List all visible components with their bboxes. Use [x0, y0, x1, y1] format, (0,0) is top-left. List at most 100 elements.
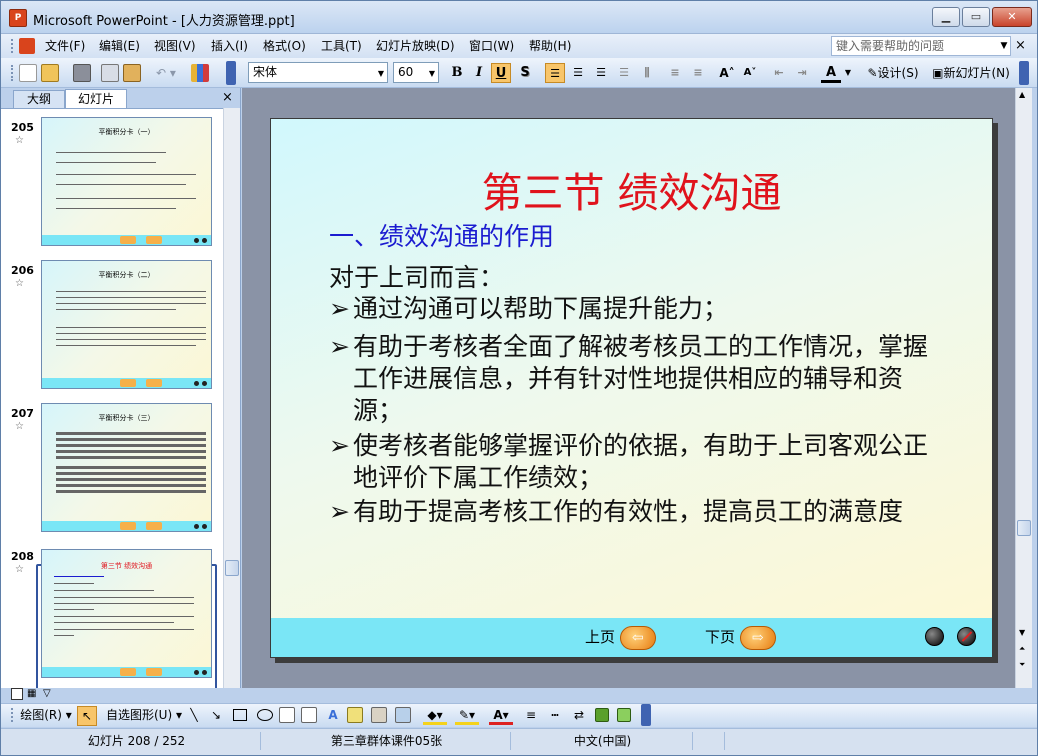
fill-color-icon[interactable]: ◆▾	[423, 705, 447, 725]
powerpoint-app-icon[interactable]: P	[9, 9, 27, 27]
wordart-icon[interactable]: A	[325, 705, 341, 725]
exit-button-icon[interactable]	[957, 627, 976, 646]
slide-thumbnail[interactable]: 平衡积分卡（三）	[41, 403, 212, 532]
toolbar-options-icon[interactable]	[226, 61, 236, 85]
bullet-item[interactable]: ➢ 使考核者能够掌握评价的依据，有助于上司客观公正地评价下属工作绩效；	[329, 430, 949, 494]
thumbnail-scrollbar[interactable]	[223, 108, 240, 688]
minimize-button[interactable]: ▁	[932, 7, 960, 27]
menu-file[interactable]: 文件(F)	[45, 38, 85, 54]
line-color-icon[interactable]: ✎▾	[455, 705, 479, 725]
next-page-button[interactable]: 下页 ⇨	[705, 623, 776, 651]
menu-slideshow[interactable]: 幻灯片放映(D)	[376, 38, 455, 54]
autoshapes-button[interactable]: 自选图形(U) ▾	[105, 705, 183, 725]
underline-button[interactable]: U	[491, 63, 511, 83]
help-search-input[interactable]: 键入需要帮助的问题	[831, 36, 1011, 56]
scrollbar-thumb[interactable]	[225, 560, 239, 576]
bullet-item[interactable]: ➢ 通过沟通可以帮助下属提升能力；	[329, 293, 949, 325]
font-size-select[interactable]: 60 ▼	[393, 62, 439, 83]
slide-sorter-icon[interactable]: ▦	[27, 688, 39, 700]
slide-subtitle[interactable]: 一、绩效沟通的作用	[329, 217, 554, 253]
decrease-font-icon[interactable]: A˅	[740, 63, 760, 83]
line-icon[interactable]: ╲	[187, 705, 201, 725]
next-slide-icon[interactable]: ⏷	[1019, 660, 1025, 670]
line-style-icon[interactable]: ≡	[523, 705, 539, 725]
dash-style-icon[interactable]: ┅	[547, 705, 563, 725]
slide-title[interactable]: 第三节 绩效沟通	[271, 159, 992, 219]
scrollbar-thumb[interactable]	[1017, 520, 1031, 536]
decrease-indent-icon[interactable]: ⇤	[769, 63, 789, 83]
menu-insert[interactable]: 插入(I)	[211, 38, 248, 54]
slide-intro[interactable]: 对于上司而言：	[329, 258, 504, 294]
rectangle-icon[interactable]	[233, 709, 247, 721]
return-button-icon[interactable]	[925, 627, 944, 646]
paste-icon[interactable]	[123, 64, 141, 82]
normal-view-icon[interactable]	[11, 688, 23, 700]
chevron-down-icon[interactable]: ▼	[997, 36, 1011, 56]
draw-menu-button[interactable]: 绘图(R) ▾	[19, 705, 73, 725]
chevron-down-icon[interactable]: ▼	[426, 64, 438, 83]
menu-help[interactable]: 帮助(H)	[529, 38, 571, 54]
new-document-icon[interactable]	[19, 64, 37, 82]
close-icon[interactable]: ×	[222, 90, 233, 105]
3d-style-icon[interactable]	[617, 708, 631, 722]
shadow-style-icon[interactable]	[595, 708, 609, 722]
maximize-button[interactable]: ▭	[962, 7, 990, 27]
menu-tools[interactable]: 工具(T)	[321, 38, 362, 54]
distributed-icon[interactable]: ⫼	[637, 63, 657, 83]
slideshow-icon[interactable]: ▽	[43, 688, 55, 700]
close-button[interactable]: ✕	[992, 7, 1032, 27]
chevron-down-icon[interactable]: ▼	[843, 63, 853, 83]
menu-window[interactable]: 窗口(W)	[469, 38, 514, 54]
numbering-icon[interactable]: ≡	[665, 63, 685, 83]
scroll-up-icon[interactable]: ▲	[1019, 90, 1025, 99]
shadow-button[interactable]: S	[515, 63, 535, 83]
picture-icon[interactable]	[395, 707, 411, 723]
font-color-icon[interactable]: A▾	[489, 705, 513, 725]
italic-button[interactable]: I	[469, 63, 489, 83]
document-icon[interactable]	[19, 38, 35, 54]
design-button[interactable]: ✎设计(S)	[863, 63, 923, 83]
align-center-icon[interactable]: ☰	[568, 63, 588, 83]
arrow-style-icon[interactable]: ⇄	[571, 705, 587, 725]
print-icon[interactable]	[73, 64, 91, 82]
arrow-icon[interactable]: ↘	[209, 705, 223, 725]
undo-icon[interactable]: ↶ ▾	[153, 63, 179, 83]
increase-font-icon[interactable]: A˄	[717, 63, 737, 83]
bullet-item[interactable]: ➢ 有助于提高考核工作的有效性，提高员工的满意度	[329, 496, 949, 528]
align-left-icon[interactable]: ☰	[545, 63, 565, 83]
close-icon[interactable]: ×	[1015, 38, 1026, 53]
copy-icon[interactable]	[101, 64, 119, 82]
align-right-icon[interactable]: ☰	[591, 63, 611, 83]
bold-button[interactable]: B	[447, 63, 467, 83]
menu-view[interactable]: 视图(V)	[154, 38, 196, 54]
font-color-icon[interactable]: A	[821, 63, 841, 83]
vertical-textbox-icon[interactable]	[301, 707, 317, 723]
slide-canvas[interactable]: 第三节 绩效沟通 一、绩效沟通的作用 对于上司而言： ➢ 通过沟通可以帮助下属提…	[270, 118, 993, 658]
slide-thumbnail[interactable]: 平衡积分卡（二）	[41, 260, 212, 389]
chart-icon[interactable]	[191, 64, 209, 82]
scroll-down-icon[interactable]: ▼	[1019, 628, 1025, 637]
bullet-item[interactable]: ➢ 有助于考核者全面了解被考核员工的工作情况，掌握工作进展信息，并有针对性地提供…	[329, 331, 949, 427]
menu-edit[interactable]: 编辑(E)	[99, 38, 140, 54]
previous-slide-icon[interactable]: ⏶	[1019, 644, 1025, 654]
tab-slides[interactable]: 幻灯片	[65, 89, 127, 108]
font-name-select[interactable]: 宋体 ▼	[248, 62, 388, 83]
prev-page-button[interactable]: 上页 ⇦	[585, 623, 656, 651]
bullets-icon[interactable]: ≡	[688, 63, 708, 83]
clipart-icon[interactable]	[371, 707, 387, 723]
menu-format[interactable]: 格式(O)	[263, 38, 306, 54]
textbox-icon[interactable]	[279, 707, 295, 723]
slide-thumbnail-selected[interactable]: 第三节 绩效沟通	[41, 549, 212, 678]
toolbar-options-icon[interactable]	[641, 704, 651, 726]
new-slide-button[interactable]: ▣新幻灯片(N)	[927, 63, 1015, 83]
tab-outline[interactable]: 大纲	[13, 90, 65, 108]
select-pointer-icon[interactable]: ↖	[77, 706, 97, 726]
slide-thumbnail[interactable]: 平衡积分卡（一）	[41, 117, 212, 246]
slide-scrollbar[interactable]: ▲ ▼ ⏶ ⏷	[1015, 88, 1032, 688]
increase-indent-icon[interactable]: ⇥	[792, 63, 812, 83]
oval-icon[interactable]	[257, 709, 273, 721]
toolbar-options-icon[interactable]	[1019, 61, 1029, 85]
open-folder-icon[interactable]	[41, 64, 59, 82]
chevron-down-icon[interactable]: ▼	[375, 64, 387, 83]
diagram-icon[interactable]	[347, 707, 363, 723]
